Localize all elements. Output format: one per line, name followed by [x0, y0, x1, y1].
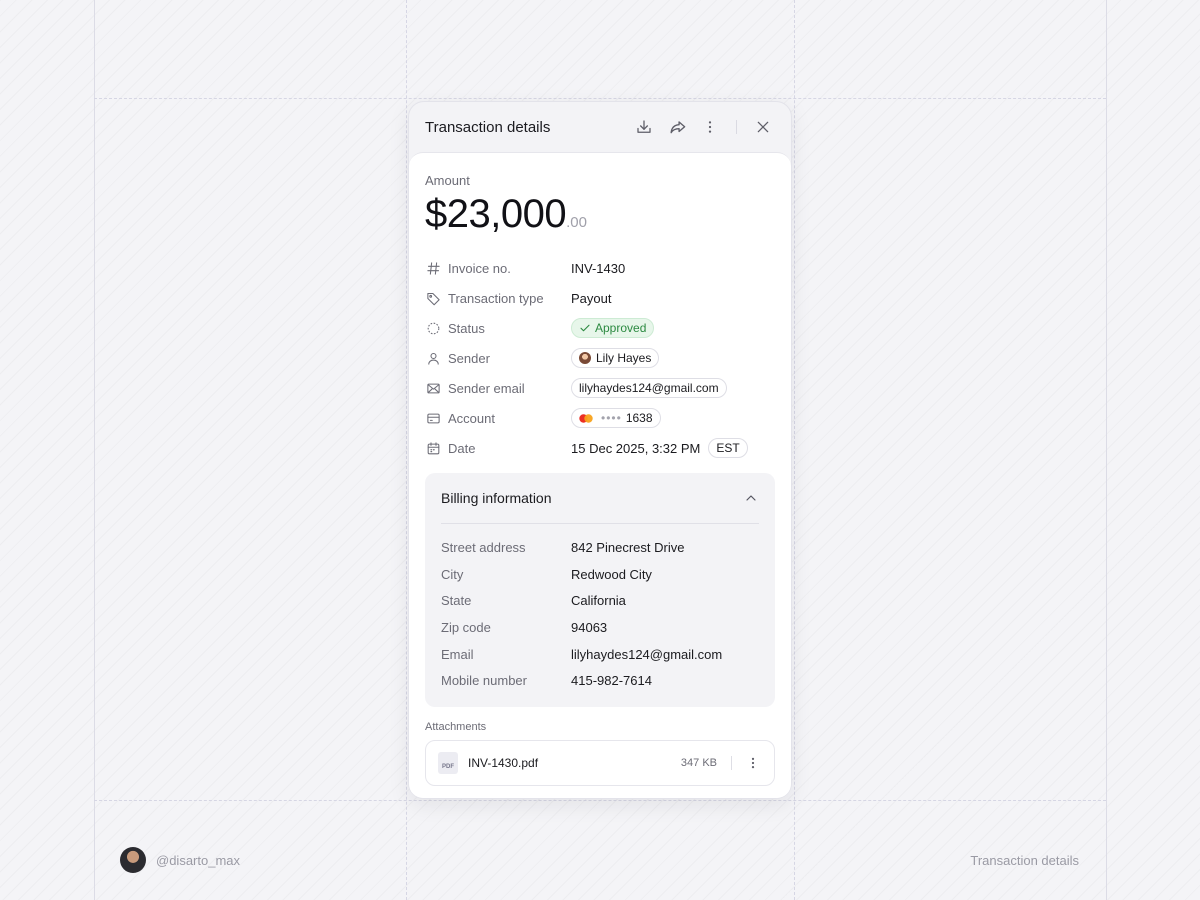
billing-information-section: Billing information Street address 842 Pi…: [425, 473, 775, 707]
detail-label: Account: [448, 410, 495, 426]
download-button[interactable]: [632, 115, 656, 139]
transaction-type: Payout: [571, 290, 612, 306]
billing-value: 415-982-7614: [571, 673, 652, 689]
billing-row: Zip code 94063: [441, 614, 759, 641]
amount-whole: $23,000: [425, 192, 567, 236]
guide-line: [94, 0, 95, 900]
status-dashed-circle-icon: [425, 320, 441, 336]
card-icon: [425, 410, 441, 426]
transaction-details-panel: Transaction details Amount $23,000.00 In…: [408, 101, 792, 799]
date-value-wrap: 15 Dec 2025, 3:32 PM EST: [571, 438, 748, 458]
billing-title: Billing information: [441, 490, 552, 506]
billing-value: 842 Pinecrest Drive: [571, 539, 685, 555]
billing-value: 94063: [571, 619, 608, 635]
sender-avatar: [579, 352, 591, 364]
sender-chip[interactable]: Lily Hayes: [571, 348, 660, 368]
detail-row-account: Account •••• 1638: [425, 403, 775, 433]
billing-row: City Redwood City: [441, 561, 759, 588]
attachment-divider: [731, 756, 732, 770]
timezone-badge: EST: [708, 438, 748, 458]
guide-line: [94, 98, 1106, 99]
detail-row-sender-email: Sender email lilyhaydes124@gmail.com: [425, 373, 775, 403]
header-divider: [736, 120, 737, 134]
detail-label: Invoice no.: [448, 260, 511, 276]
status-text: Approved: [595, 321, 647, 335]
attachment-more-button[interactable]: [744, 754, 762, 772]
sender-value-wrap: Lily Hayes: [571, 348, 660, 368]
attachment-name: INV-1430.pdf: [468, 756, 539, 770]
calendar-icon: [425, 440, 441, 456]
billing-label: State: [441, 593, 472, 609]
billing-value: California: [571, 593, 626, 609]
account-last4: 1638: [625, 411, 653, 425]
author-handle: @disarto_max: [156, 853, 241, 868]
billing-row: Email lilyhaydes124@gmail.com: [441, 641, 759, 668]
sender-name: Lily Hayes: [596, 351, 652, 365]
billing-label: Zip code: [441, 619, 491, 635]
guide-line: [94, 800, 1106, 801]
guide-line: [406, 0, 407, 900]
attachments-label: Attachments: [425, 721, 487, 733]
detail-label: Transaction type: [448, 290, 544, 306]
detail-label: Status: [448, 320, 485, 336]
detail-row-type: Transaction type Payout: [425, 283, 775, 313]
status-value-wrap: Approved: [571, 318, 655, 338]
billing-rows: Street address 842 Pinecrest Drive City Re…: [441, 524, 759, 694]
panel-title: Transaction details: [425, 118, 551, 136]
billing-label: City: [441, 566, 464, 582]
more-options-button[interactable]: [698, 115, 722, 139]
mastercard-icon: [579, 413, 593, 423]
sender-email-chip[interactable]: lilyhaydes124@gmail.com: [571, 378, 727, 398]
chevron-up-icon[interactable]: [743, 490, 759, 506]
billing-row: Street address 842 Pinecrest Drive: [441, 534, 759, 561]
hash-icon: [425, 260, 441, 276]
author-avatar: [120, 847, 146, 873]
close-icon: [757, 121, 769, 133]
account-value-wrap: •••• 1638: [571, 408, 661, 428]
billing-row: State California: [441, 587, 759, 614]
invoice-number: INV-1430: [571, 260, 626, 276]
amount-cents: .00: [566, 214, 587, 231]
share-button[interactable]: [665, 115, 689, 139]
detail-label: Sender: [448, 350, 490, 366]
pdf-file-icon: PDF: [438, 752, 458, 774]
share-icon: [669, 120, 685, 133]
details-list: Invoice no. INV-1430 Transaction type Pa…: [425, 253, 775, 463]
status-badge: Approved: [571, 318, 655, 338]
billing-row: Mobile number 415-982-7614: [441, 667, 759, 694]
detail-label: Date: [448, 440, 476, 456]
check-icon: [579, 322, 591, 334]
detail-row-status: Status Approved: [425, 313, 775, 343]
tag-icon: [425, 290, 441, 306]
sender-email-wrap: lilyhaydes124@gmail.com: [571, 378, 727, 398]
billing-label: Street address: [441, 539, 526, 555]
mail-icon: [425, 380, 441, 396]
guide-line: [1106, 0, 1107, 900]
billing-label: Mobile number: [441, 673, 527, 689]
detail-label: Sender email: [448, 380, 525, 396]
billing-header[interactable]: Billing information: [441, 473, 759, 524]
attachment-size: 347 KB: [680, 757, 717, 769]
user-icon: [425, 350, 441, 366]
billing-value: Redwood City: [571, 566, 652, 582]
billing-label: Email: [441, 646, 474, 662]
more-vertical-icon: [751, 757, 755, 769]
amount-label: Amount: [425, 173, 470, 188]
download-icon: [637, 120, 651, 133]
detail-row-date: Date 15 Dec 2025, 3:32 PM EST: [425, 433, 775, 463]
transaction-date: 15 Dec 2025, 3:32 PM: [571, 440, 701, 456]
detail-row-invoice: Invoice no. INV-1430: [425, 253, 775, 283]
detail-row-sender: Sender Lily Hayes: [425, 343, 775, 373]
panel-header: Transaction details: [409, 102, 791, 152]
panel-body: Amount $23,000.00 Invoice no. INV-1430 T…: [409, 152, 791, 798]
close-button[interactable]: [751, 115, 775, 139]
account-chip[interactable]: •••• 1638: [571, 408, 661, 428]
attachment-item[interactable]: PDF INV-1430.pdf 347 KB: [425, 740, 775, 786]
amount-value: $23,000.00: [425, 192, 775, 245]
footer-caption: Transaction details: [970, 853, 1079, 868]
guide-line: [794, 0, 795, 900]
masked-digits: ••••: [601, 411, 622, 425]
billing-value: lilyhaydes124@gmail.com: [571, 646, 723, 662]
more-vertical-icon: [708, 121, 712, 133]
